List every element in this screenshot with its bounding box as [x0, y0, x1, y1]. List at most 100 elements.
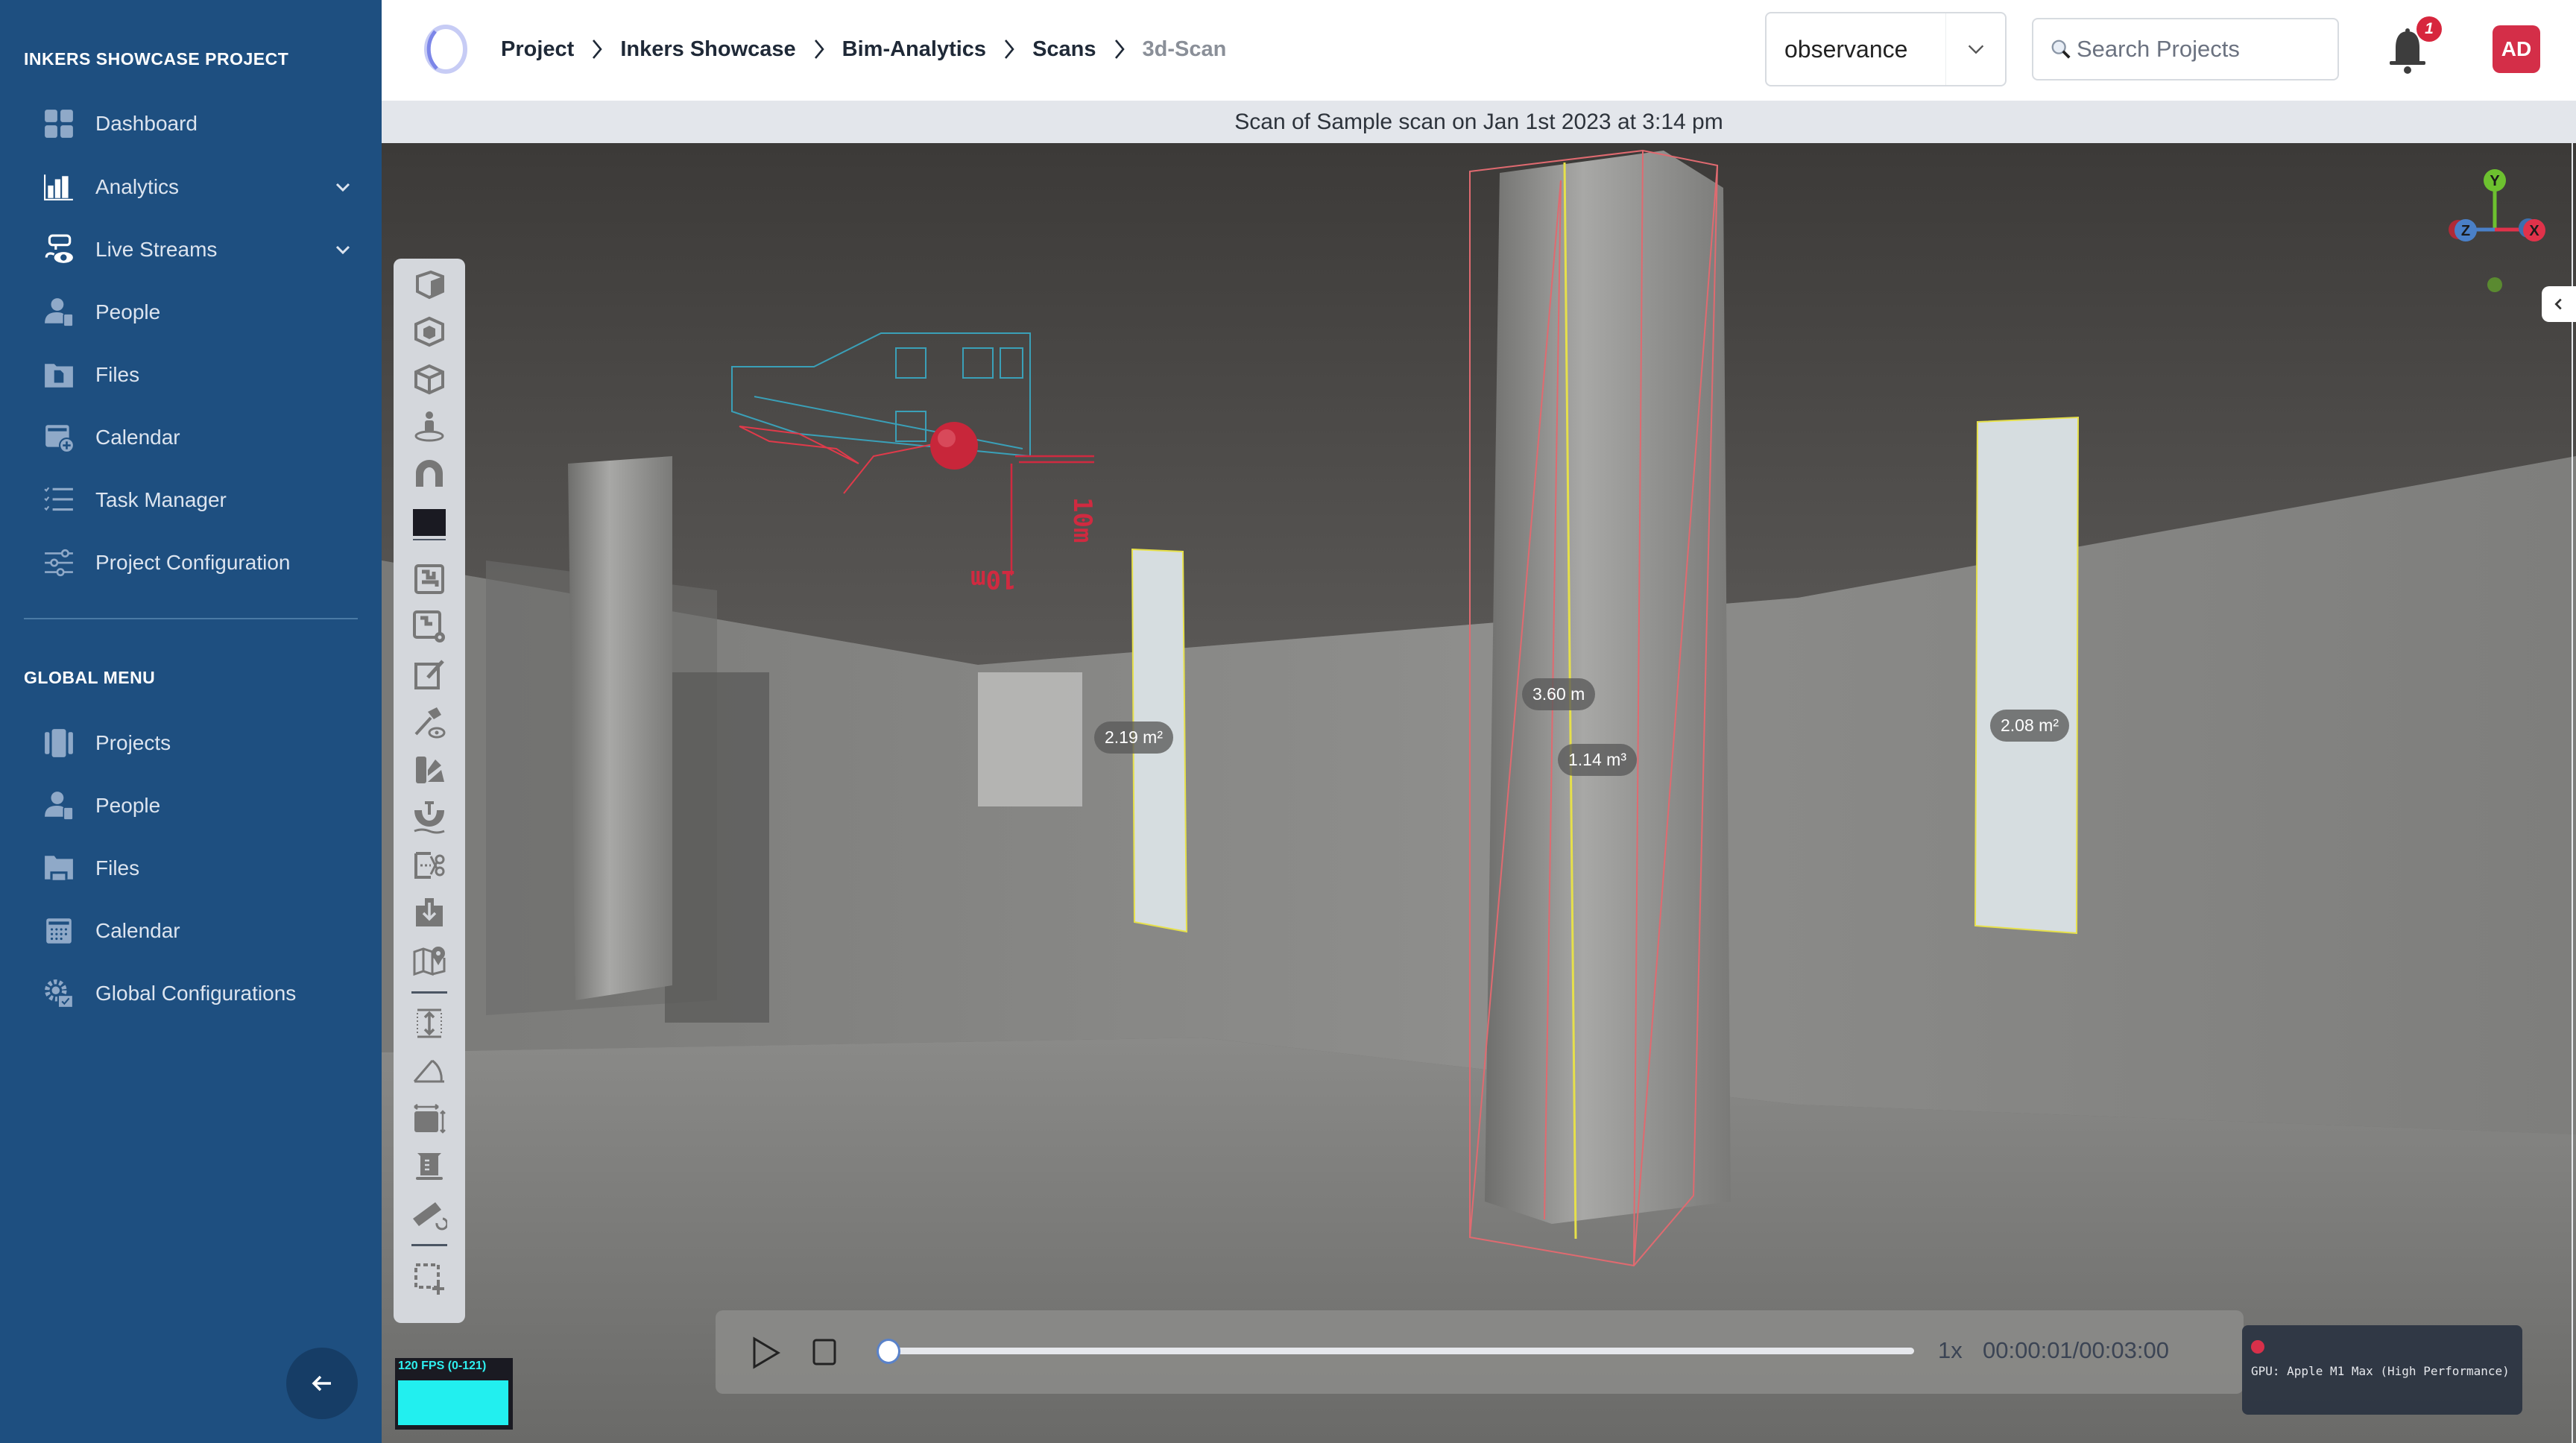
height-measurement-label[interactable]: 3.60 m: [1522, 678, 1596, 710]
arrow-left-icon: [312, 1375, 331, 1392]
sidebar-item-task-manager[interactable]: Task Manager: [42, 478, 355, 522]
box-select-button[interactable]: [408, 1259, 450, 1298]
view-mode-select[interactable]: observance: [1765, 12, 2007, 86]
cctv-camera-icon: [42, 233, 76, 267]
view-mode-value: observance: [1784, 35, 1908, 63]
collapse-sidebar-button[interactable]: [286, 1348, 358, 1419]
sidebar-item-label: Analytics: [95, 175, 180, 198]
color-swatch-icon: [413, 509, 446, 540]
sidebar-item-people[interactable]: People: [42, 290, 355, 335]
area-panel-right: [1974, 416, 2080, 935]
paint-button[interactable]: [408, 751, 450, 789]
sidebar-item-project-configuration[interactable]: Project Configuration: [42, 540, 355, 585]
area-measure-button[interactable]: [408, 1099, 450, 1138]
chevron-right-icon: [1005, 40, 1014, 59]
sidebar-item-global-people[interactable]: People: [42, 783, 355, 828]
app-logo-icon[interactable]: [420, 22, 471, 76]
scale-label-horizontal: 10m: [1067, 497, 1097, 543]
projects-icon: [42, 726, 76, 760]
chevron-down-icon: [1945, 13, 2005, 85]
breadcrumb-inkers-showcase[interactable]: Inkers Showcase: [620, 37, 795, 62]
sidebar-item-label: Dashboard: [95, 112, 198, 135]
toolbar-separator: [411, 1244, 447, 1246]
volume-measurement-label[interactable]: 1.14 m³: [1558, 744, 1637, 776]
map-location-button[interactable]: [408, 941, 450, 980]
user-avatar[interactable]: AD: [2493, 25, 2540, 73]
volume-measure-icon: [416, 1153, 443, 1180]
breadcrumb-project[interactable]: Project: [501, 37, 574, 62]
fps-graph: [398, 1380, 508, 1425]
notification-count-badge: 1: [2416, 16, 2442, 42]
sidebar-item-label: People: [95, 794, 161, 817]
chevron-down-icon[interactable]: [331, 175, 355, 199]
first-person-button[interactable]: [408, 408, 450, 446]
point-cloud-scene[interactable]: [382, 143, 2576, 1443]
color-picker-button[interactable]: [408, 505, 450, 543]
3d-viewport[interactable]: 10m 10m 2.19 m² 3.60 m 1.14 m³ 2.08 m² Y…: [382, 143, 2576, 1443]
sidebar-item-dashboard[interactable]: Dashboard: [42, 101, 355, 146]
fps-label: 120 FPS (0-121): [398, 1360, 487, 1372]
sidebar-item-label: Projects: [95, 731, 171, 754]
playback-timeline[interactable]: [883, 1348, 1914, 1354]
toolbar-separator: [411, 991, 447, 994]
gpu-info-text: GPU: Apple M1 Max (High Performance): [2251, 1364, 2510, 1378]
play-button[interactable]: [750, 1336, 783, 1370]
height-measure-button[interactable]: [408, 1004, 450, 1043]
breadcrumb-bim-analytics[interactable]: Bim-Analytics: [842, 37, 986, 62]
left-column: [568, 456, 672, 1000]
bar-chart-icon: [42, 170, 76, 204]
annotate-button[interactable]: [408, 655, 450, 694]
clip-button[interactable]: [408, 846, 450, 885]
playback-speed[interactable]: 1x: [1938, 1337, 1963, 1364]
view-wireframe-button[interactable]: [408, 360, 450, 399]
stop-button[interactable]: [811, 1337, 838, 1367]
edit-note-icon: [414, 660, 444, 689]
ruler-button[interactable]: [408, 1195, 450, 1234]
angle-measure-button[interactable]: [408, 1052, 450, 1090]
axis-gizmo[interactable]: Y Z X: [2439, 157, 2551, 306]
person-document-icon: [42, 295, 76, 329]
axis-y-label: Y: [2490, 173, 2500, 189]
folder-file-icon: [42, 358, 76, 392]
window: [978, 672, 1082, 806]
view-section-button[interactable]: [408, 312, 450, 351]
sidebar-item-label: Files: [95, 856, 140, 880]
ruler-rotate-icon: [413, 1202, 447, 1231]
viewport-scrollbar[interactable]: [2572, 143, 2573, 1443]
camera-position-marker[interactable]: [930, 422, 978, 470]
cube-solid-icon: [416, 270, 444, 300]
floorplan-settings-button[interactable]: [408, 607, 450, 646]
volume-measure-button[interactable]: [408, 1147, 450, 1186]
sidebar-item-calendar[interactable]: Calendar: [42, 415, 355, 460]
chevron-down-icon[interactable]: [331, 238, 355, 262]
fps-monitor[interactable]: 120 FPS (0-121): [395, 1358, 513, 1430]
sidebar-item-global-configurations[interactable]: Global Configurations: [42, 971, 355, 1016]
breadcrumb-scans[interactable]: Scans: [1032, 37, 1096, 62]
expand-panel-button[interactable]: [2542, 286, 2576, 322]
area-measurement-label[interactable]: 2.08 m²: [1990, 710, 2069, 742]
cube-section-icon: [414, 316, 444, 347]
sidebar-item-global-calendar[interactable]: Calendar: [42, 909, 355, 953]
sidebar-item-projects[interactable]: Projects: [42, 721, 355, 765]
area-measurement-label[interactable]: 2.19 m²: [1094, 722, 1173, 754]
floorplan-button[interactable]: [408, 560, 450, 599]
playback-scrubber[interactable]: [876, 1339, 900, 1364]
floorplan-settings-icon: [413, 610, 445, 642]
sidebar-item-label: Live Streams: [95, 238, 218, 261]
search-input[interactable]: [2077, 36, 2330, 63]
snap-button[interactable]: [408, 455, 450, 494]
search-projects-field[interactable]: [2032, 18, 2339, 80]
sidebar-item-label: People: [95, 300, 161, 323]
sidebar-item-label: Calendar: [95, 426, 180, 449]
sidebar-item-files[interactable]: Files: [42, 353, 355, 397]
sidebar-item-analytics[interactable]: Analytics: [42, 165, 355, 209]
sidebar-item-live-streams[interactable]: Live Streams: [42, 227, 355, 272]
magnet-icon: [416, 460, 443, 487]
axis-z-label: Z: [2461, 223, 2470, 239]
download-button[interactable]: [408, 894, 450, 932]
excavation-button[interactable]: [408, 798, 450, 837]
inspection-button[interactable]: [408, 703, 450, 742]
view-solid-button[interactable]: [408, 265, 450, 303]
sidebar-item-global-files[interactable]: Files: [42, 846, 355, 891]
height-measure-icon: [417, 1008, 442, 1038]
